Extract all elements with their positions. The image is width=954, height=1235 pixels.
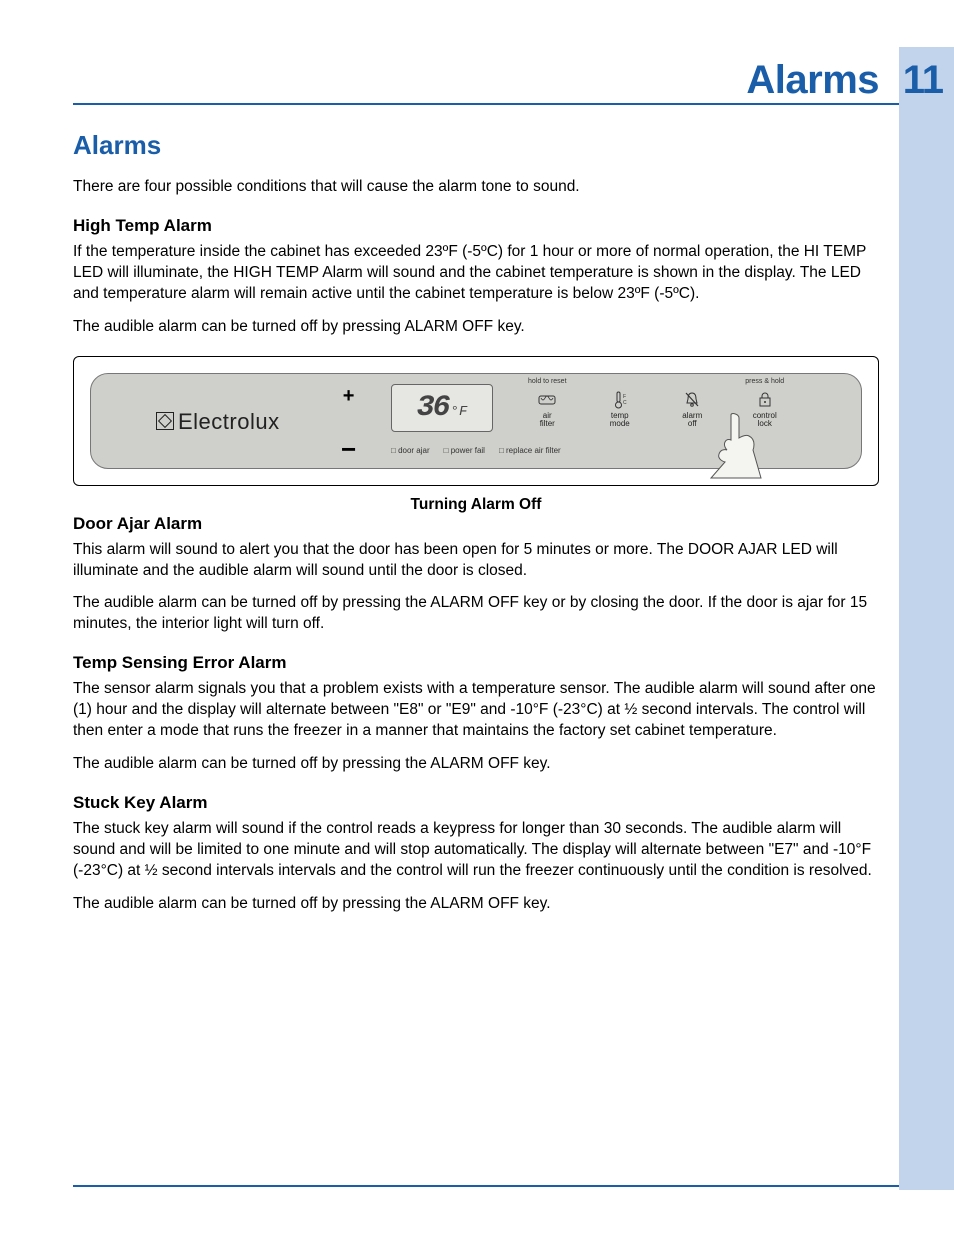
temp-sensing-p1: The sensor alarm signals you that a prob… [73,679,879,742]
plus-icon: + [341,386,356,406]
door-ajar-heading: Door Ajar Alarm [73,514,879,534]
stuck-key-p2: The audible alarm can be turned off by p… [73,894,879,915]
figure-caption: Turning Alarm Off [73,496,879,514]
button-label: alarm off [667,412,717,430]
control-panel-figure: Electrolux + − 36°F door ajar power fail… [73,356,879,486]
hint-text [595,378,645,388]
status-indicators: door ajar power fail replace air filter [391,446,561,455]
page-number: 11 [903,58,943,103]
section-heading: Alarms [73,130,879,161]
stuck-key-heading: Stuck Key Alarm [73,793,879,813]
high-temp-p1: If the temperature inside the cabinet ha… [73,242,879,305]
door-ajar-p2: The audible alarm can be turned off by p… [73,593,879,635]
temp-adjust: + − [341,386,356,462]
temp-unit: °F [451,404,468,420]
temp-display: 36°F [391,384,493,432]
control-lock-button: press & hold control lock [740,378,790,430]
intro-text: There are four possible conditions that … [73,177,879,198]
temp-value: 36 [417,391,449,425]
electrolux-icon [156,412,174,430]
door-ajar-p1: This alarm will sound to alert you that … [73,540,879,582]
rule-bottom [73,1185,899,1187]
page-title: Alarms [746,58,879,103]
side-tab [899,47,954,1190]
button-label: air filter [522,412,572,430]
hint-text: press & hold [740,378,790,388]
panel-face: Electrolux + − 36°F door ajar power fail… [90,373,862,469]
high-temp-p2: The audible alarm can be turned off by p… [73,317,879,338]
indicator-power-fail: power fail [444,446,485,455]
temp-sensing-heading: Temp Sensing Error Alarm [73,653,879,673]
temp-mode-button: FC temp mode [595,378,645,430]
filter-icon [537,390,557,410]
brand-text: Electrolux [178,409,280,434]
svg-text:C: C [623,400,627,406]
lock-icon [755,390,775,410]
manual-page: 11 Alarms Alarms There are four possible… [0,0,954,1235]
indicator-replace-filter: replace air filter [499,446,561,455]
air-filter-button: hold to reset air filter [522,378,572,430]
bell-off-icon [682,390,702,410]
minus-icon: − [341,436,356,462]
content: Alarms There are four possible condition… [73,130,879,927]
indicator-door-ajar: door ajar [391,446,430,455]
temp-sensing-p2: The audible alarm can be turned off by p… [73,754,879,775]
rule-top [73,103,899,105]
button-label: temp mode [595,412,645,430]
stuck-key-p1: The stuck key alarm will sound if the co… [73,819,879,882]
hint-text: hold to reset [522,378,572,388]
brand-logo: Electrolux [156,409,280,435]
thermometer-icon: FC [610,390,630,410]
alarm-off-button: alarm off [667,378,717,430]
button-label: control lock [740,412,790,430]
high-temp-heading: High Temp Alarm [73,216,879,236]
hint-text [667,378,717,388]
panel-buttons: hold to reset air filter FC temp mode [511,378,801,430]
